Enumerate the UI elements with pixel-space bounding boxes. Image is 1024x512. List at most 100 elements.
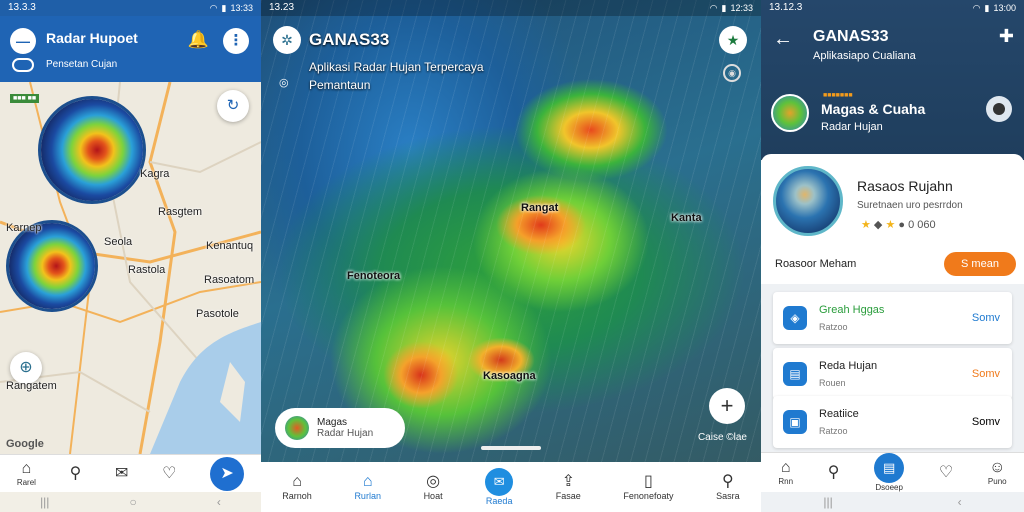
app-tagline: Aplikasi Radar Hujan Terpercaya (309, 60, 484, 74)
bottom-nav: ⌂ Rarel ⚲ ✉ ♡ ➤ (0, 454, 261, 492)
bottom-nav: ⌂ Rnn ⚲ ▤ Dsoeep ♡ ☺ Puno (761, 452, 1024, 492)
heart-icon: ♡ (162, 464, 177, 482)
globe-avatar[interactable] (773, 166, 843, 236)
item-value[interactable]: Somv (972, 312, 1000, 324)
nav-search[interactable]: ⚲ Sasra (716, 473, 740, 501)
app-logo[interactable]: ✲ (273, 26, 301, 54)
radar-screen: 13.23 ◠ ▮ 12:33 ✲ GANAS33 Aplikasi Radar H… (261, 0, 761, 512)
status-icons: ◠ ▮ 12:33 (710, 2, 753, 14)
zoom-in-button[interactable]: + (709, 388, 745, 424)
subscribe-button[interactable]: S mean (944, 252, 1016, 276)
drag-handle[interactable] (481, 446, 541, 450)
status-time: 13.3.3 (8, 2, 36, 13)
heart-icon: ♡ (938, 463, 954, 481)
nav-label: Sasra (716, 491, 740, 501)
navigate-icon: ➤ (220, 464, 234, 482)
map-label: Rasgtem (158, 206, 203, 218)
star-icon: ★ (726, 32, 740, 48)
dot-icon (993, 103, 1005, 115)
layers-button[interactable]: ◉ (723, 64, 741, 82)
wifi-icon: ◠ (709, 2, 718, 13)
nav-favorites[interactable]: ♡ (939, 464, 953, 482)
status-icons: ◠ ▮ 13:33 (210, 2, 253, 14)
location-thumbnail (285, 416, 309, 440)
card-text: Magas Radar Hujan (317, 417, 373, 439)
nav-favorites[interactable]: ♡ (162, 465, 176, 483)
nav-label: Puno (987, 477, 1007, 486)
nav-home[interactable]: ⌂ Rnn (778, 459, 793, 486)
profile-name: Rasaos Rujahn (857, 178, 953, 194)
navigate-button[interactable]: ➤ (210, 456, 245, 491)
header-name: Magas & Cuaha (821, 101, 926, 117)
nav-bookmark[interactable]: ▯ Fenonefoaty (623, 473, 673, 501)
favorite-button[interactable]: ★ (719, 26, 747, 54)
nav-chat[interactable]: ✉ (115, 465, 128, 483)
location-card[interactable]: Magas Radar Hujan (275, 408, 405, 448)
status-bar: 13.3.3 ◠ ▮ 13:33 (0, 0, 261, 16)
list-item[interactable]: ◈ Greah Hggas Ratzoo Somv (773, 292, 1012, 344)
map-label: Fenoteora (347, 270, 401, 282)
status-clock: 12:33 (730, 3, 753, 13)
home-circle-icon[interactable]: ○ (130, 495, 137, 509)
radar-icon: ✲ (281, 32, 293, 48)
nav-clipboard[interactable]: ▤ Dsoeep (874, 453, 905, 492)
chat-icon: ✉ (485, 468, 514, 496)
nav-search[interactable]: ⚲ (828, 464, 840, 482)
map-view[interactable]: ■■■ ■■ ↻ ⊕ Kagra Rasgtem Karnep Seola Ke… (0, 82, 261, 454)
nav-share[interactable]: ⇪ Fasae (556, 473, 581, 501)
back-icon[interactable]: ‹ (217, 495, 221, 509)
recent-apps-icon[interactable]: ||| (40, 495, 49, 509)
minus-icon: — (16, 33, 30, 49)
header-subtitle: Radar Hujan (821, 121, 883, 133)
nav-notifications[interactable]: ⌂ Rurlan (354, 473, 381, 501)
item-subtitle: Ratzoo (819, 322, 848, 332)
rating-value: 0 060 (908, 219, 936, 231)
status-bar: 13.23 ◠ ▮ 12:33 (261, 0, 761, 16)
card-subtitle: Radar Hujan (317, 428, 374, 439)
nav-compass[interactable]: ◎ Hoat (424, 473, 443, 501)
profile-rating: ★ ◆ ★ ● 0 060 (861, 219, 936, 231)
back-arrow-icon[interactable]: ← (773, 28, 793, 51)
item-value[interactable]: Somv (972, 368, 1000, 380)
nav-profile[interactable]: ☺ Puno (988, 459, 1007, 486)
nav-home[interactable]: ⌂ Rarnoh (282, 473, 312, 501)
nav-label: Hoat (423, 491, 443, 501)
home-icon: ⌂ (21, 460, 32, 477)
chat-icon: ✉ (115, 464, 129, 482)
location-pin-icon: ◎ (279, 77, 289, 89)
refresh-button[interactable]: ↻ (217, 90, 249, 122)
list-item[interactable]: ▤ Reda Hujan Rouen Somv (773, 348, 1012, 400)
recent-apps-icon[interactable]: ||| (823, 495, 832, 509)
map-label: Kanta (671, 212, 702, 224)
record-button[interactable] (986, 96, 1012, 122)
bookmark-icon: ▯ (644, 473, 653, 490)
item-subtitle: Ratzoo (819, 426, 848, 436)
menu-button[interactable]: — (10, 28, 36, 54)
avatar[interactable] (771, 94, 809, 132)
nav-home[interactable]: ⌂ Rarel (17, 460, 36, 487)
map-screen: 13.3.3 ◠ ▮ 13:33 — Radar Hupoet Pensetan C… (0, 0, 261, 512)
bell-icon[interactable]: 🔔 (188, 30, 209, 50)
list-item[interactable]: ▣ Reatiice Ratzoo Somv (773, 396, 1012, 448)
google-logo: Google (6, 438, 44, 450)
nav-label: Rarel (16, 478, 36, 487)
nav-search[interactable]: ⚲ (70, 465, 82, 483)
item-value[interactable]: Somv (972, 416, 1000, 428)
more-button[interactable]: ⋮ (223, 28, 249, 54)
puzzle-icon[interactable]: ✚ (999, 26, 1014, 47)
search-icon: ⚲ (827, 463, 840, 481)
app-title: GANAS33 (813, 28, 889, 45)
storm-radar-circle-1[interactable] (38, 96, 146, 204)
item-subtitle: Rouen (819, 378, 846, 388)
wifi-icon: ◠ (972, 2, 981, 13)
nav-chat[interactable]: ✉ Raeda (485, 468, 514, 506)
system-nav: ||| ○ ‹ (0, 492, 261, 512)
item-title: Greah Hggas (819, 304, 885, 316)
status-icons: ◠ ▮ 13:00 (973, 2, 1016, 14)
profile-card: Rasaos Rujahn Suretnaen uro pesrrdon ★ ◆… (761, 154, 1024, 284)
profile-header: 13.12.3 ◠ ▮ 13:00 ← GANAS33 Aplikasiapo Cu… (761, 0, 1024, 160)
radar-icon: ▤ (783, 362, 807, 386)
share-icon: ⇪ (561, 473, 575, 490)
back-icon[interactable]: ‹ (958, 495, 962, 509)
signal-icon: ▮ (221, 2, 227, 13)
